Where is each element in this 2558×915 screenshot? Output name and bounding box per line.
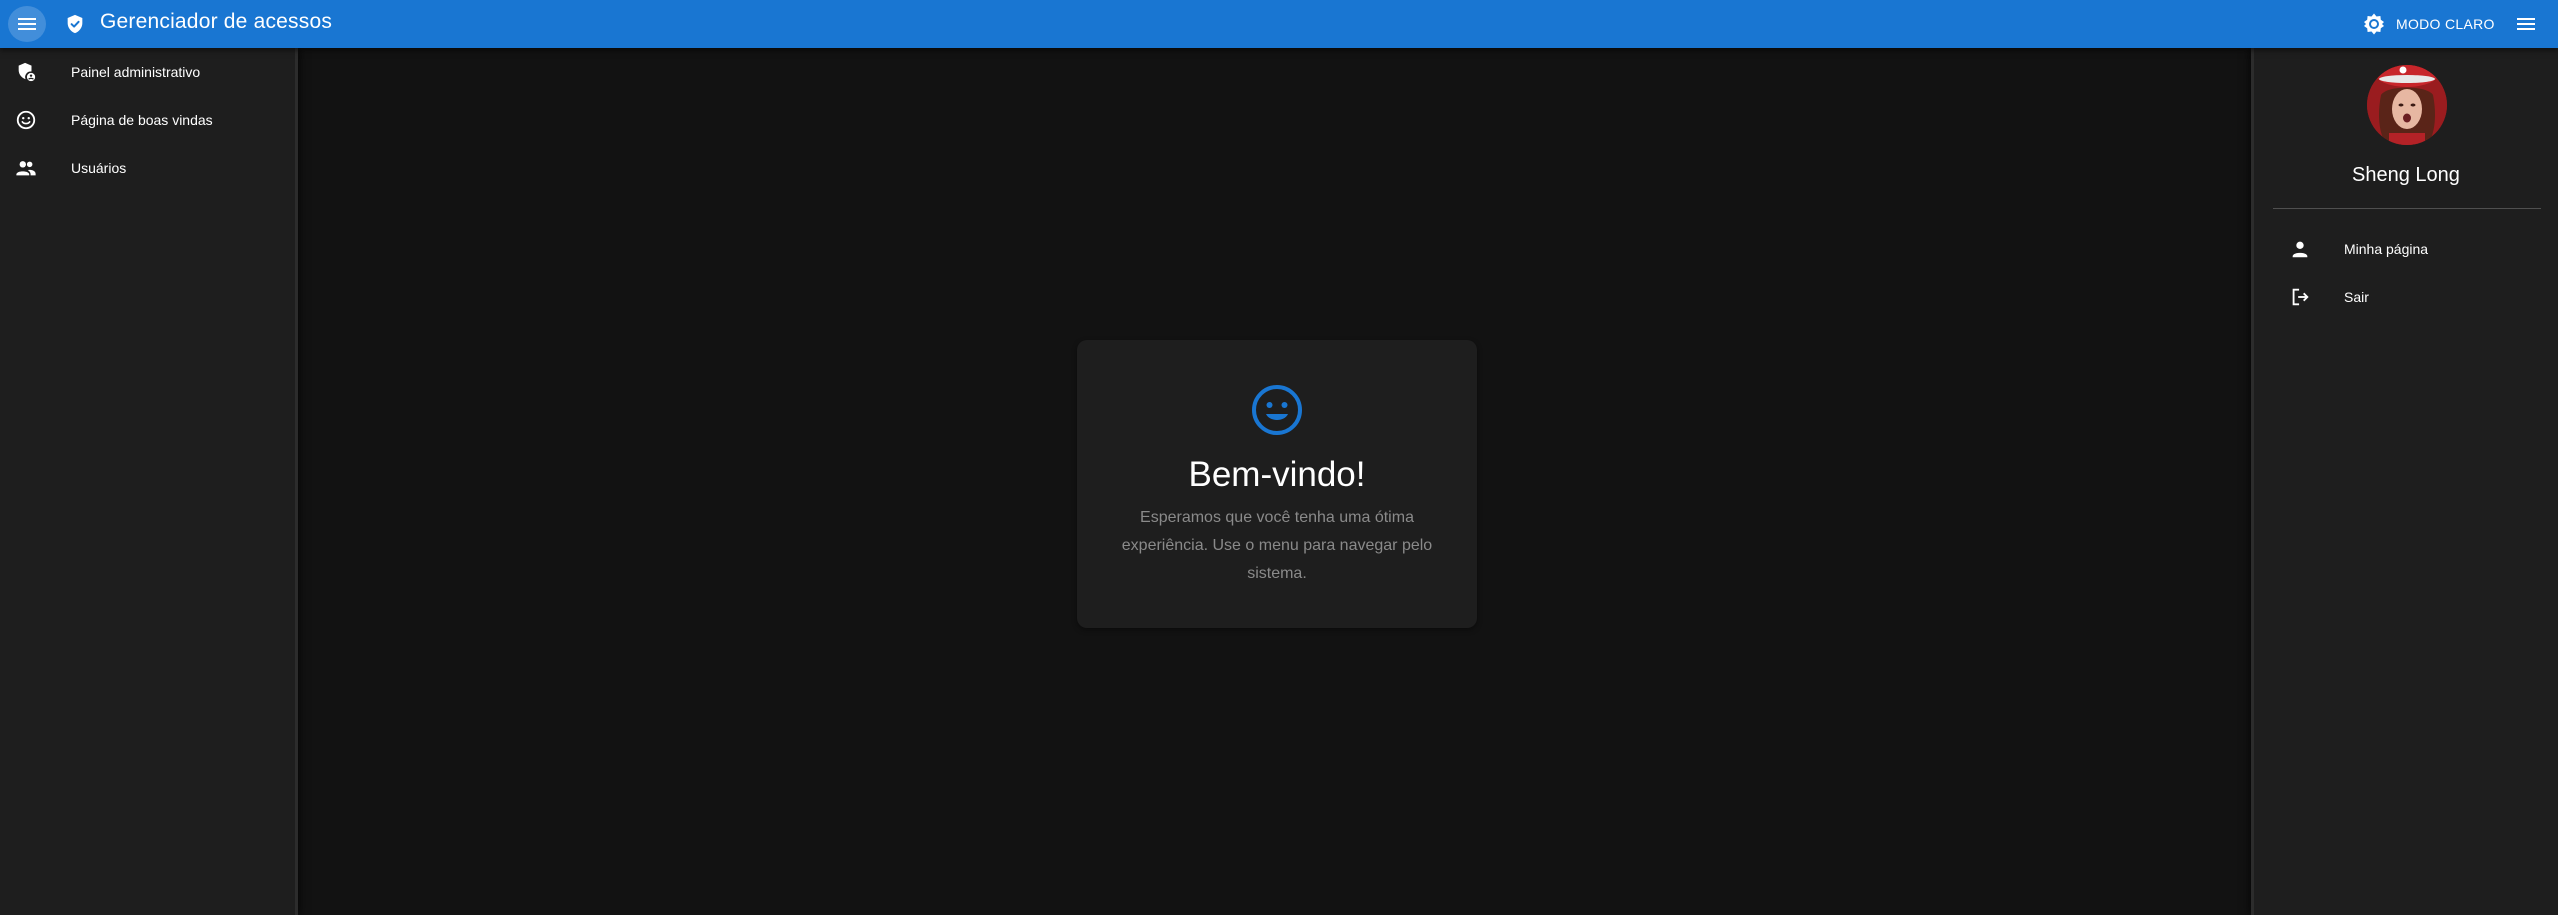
nav-item-label: Usuários [71,160,127,176]
profile-menu-button[interactable] [2512,10,2540,38]
profile-name: Sheng Long [2352,164,2460,186]
welcome-message: Esperamos que você tenha uma ótima exper… [1121,509,1433,582]
avatar[interactable] [2367,65,2447,145]
nav-item-admin-panel[interactable]: Painel administrativo [0,48,295,96]
welcome-card: Bem-vindo! Esperamos que você tenha uma … [1077,340,1477,628]
verified-shield-icon [67,14,83,34]
my-page-label: Minha página [2344,241,2429,257]
user-avatar-image [2367,65,2447,145]
hamburger-menu-icon [18,18,36,30]
person-icon [2292,241,2308,258]
nav-item-users[interactable]: Usuários [0,144,295,192]
menu-toggle-button[interactable] [8,6,46,42]
theme-toggle-label: MODO CLARO [2396,16,2495,32]
smiley-icon [16,110,36,130]
logout-label: Sair [2344,289,2369,305]
hamburger-menu-icon [2517,18,2535,30]
logout-icon [2292,288,2309,306]
admin-panel-icon [18,62,36,82]
nav-item-label: Página de boas vindas [71,112,213,128]
brightness-icon [2364,13,2384,35]
nav-item-label: Painel administrativo [71,64,201,80]
people-icon [16,161,36,176]
smiley-icon [1252,385,1302,435]
app-bar: Gerenciador de acessos MODO CLARO [0,0,2558,48]
logout-item[interactable]: Sair [2273,273,2541,321]
profile-drawer: Sheng Long Minha página Sair [2251,48,2558,915]
my-page-item[interactable]: Minha página [2273,225,2541,273]
theme-toggle-button[interactable]: MODO CLARO [2362,8,2495,40]
app-title: Gerenciador de acessos [100,10,333,33]
nav-item-welcome-page[interactable]: Página de boas vindas [0,96,295,144]
divider [2273,208,2541,209]
left-navigation-drawer: Painel administrativo Página de boas vin… [0,48,298,915]
welcome-title: Bem-vindo! [1188,455,1366,494]
